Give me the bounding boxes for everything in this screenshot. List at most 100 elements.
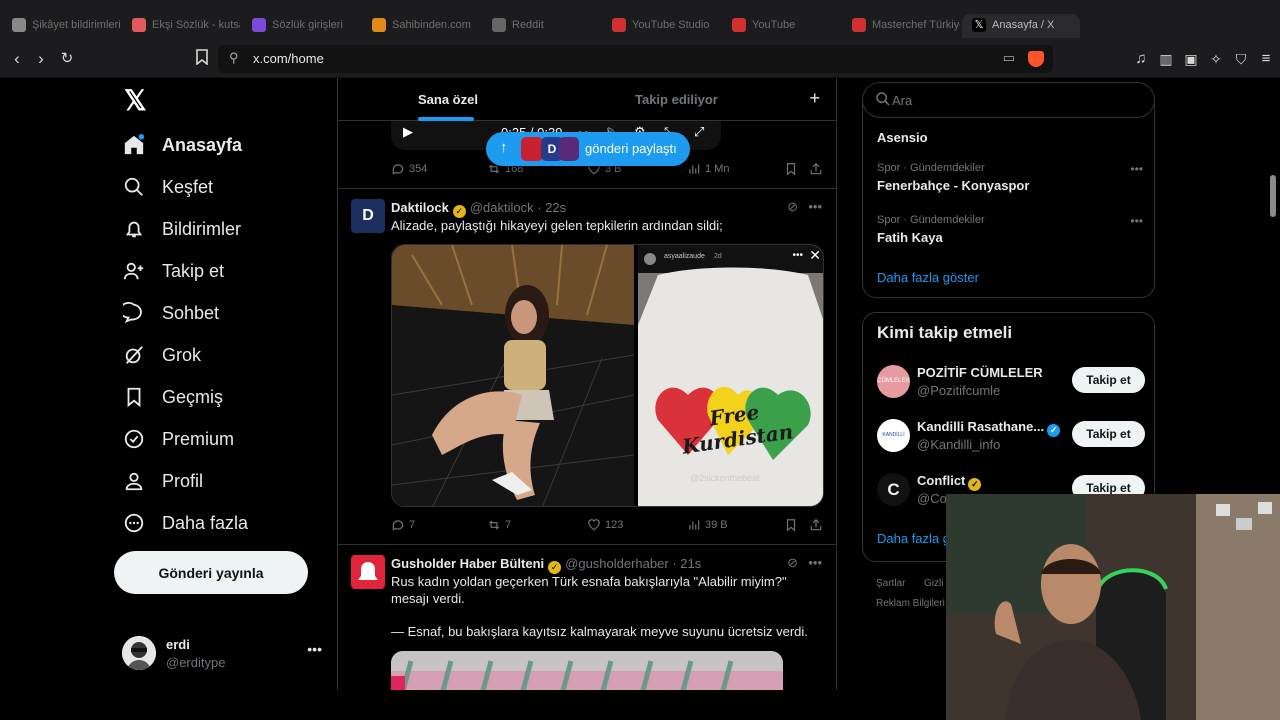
trend-item[interactable]: Spor · Gündemdekiler Fatih Kaya ••• (877, 214, 1143, 245)
footer-link[interactable]: Şartlar (876, 578, 905, 589)
x-logo-icon[interactable]: 𝕏 (124, 84, 147, 117)
suggestion-handle[interactable]: @Pozitifcumle (917, 383, 1000, 398)
leo-ai-icon[interactable]: ✧ (1206, 49, 1226, 69)
browser-tab[interactable]: Masterchef Türkiye (842, 14, 960, 38)
tab-for-you[interactable]: Sana özel (418, 92, 478, 107)
photo[interactable] (392, 245, 634, 506)
fullscreen-icon[interactable]: ⤢ (694, 124, 704, 140)
browser-tab[interactable]: Ekşi Sözlük - kutsal bilgi (122, 14, 240, 38)
post-button[interactable]: Gönderi yayınla (114, 551, 308, 594)
page-scrollbar[interactable] (1270, 175, 1276, 217)
vpn-icon[interactable]: ⛉ (1231, 49, 1251, 69)
browser-tab[interactable]: YouTube Studio (602, 14, 720, 38)
suggestion-item[interactable]: CÜMLELER POZİTİF CÜMLELER @Pozitifcumle … (877, 363, 1145, 403)
story-more-icon[interactable]: ••• (792, 250, 803, 261)
browser-tab[interactable]: YouTube (722, 14, 840, 38)
new-posts-pill[interactable]: ↑ D gönderi paylaştı (486, 132, 690, 166)
suggestion-item[interactable]: KANDİLLİ Kandilli Rasathane... ✓ @Kandill… (877, 417, 1145, 457)
post-media[interactable]: asyaalizaude 2d ••• ✕ Free Kurdistan @2s… (391, 244, 824, 507)
reply-button[interactable]: 7 (391, 518, 415, 532)
play-icon[interactable]: ▶ (403, 124, 413, 140)
account-more-icon[interactable]: ••• (307, 641, 322, 657)
views-button[interactable]: 1 Mn (687, 162, 729, 176)
brave-shields-icon[interactable] (1028, 51, 1044, 67)
grok-icon[interactable]: ⊘ (787, 199, 798, 215)
more-icon[interactable]: ••• (1130, 214, 1143, 228)
suggestion-name[interactable]: Kandilli Rasathane... ✓ (917, 419, 1061, 437)
browser-tab-active[interactable]: 𝕏 Anasayfa / X (962, 14, 1080, 38)
nav-more[interactable]: Daha fazla (122, 508, 248, 538)
menu-icon[interactable]: ≡ (1256, 49, 1276, 69)
account-switcher[interactable]: erdi @erditype ••• (122, 633, 332, 673)
browser-tab[interactable]: Reddit (482, 14, 600, 38)
author-handle[interactable]: @gusholderhaber (565, 556, 669, 571)
avatar[interactable]: C (877, 473, 910, 506)
post-actions: 7 7 123 39 B (391, 518, 824, 538)
sidebar-icon[interactable]: ▥ (1156, 49, 1176, 69)
browser-tab[interactable]: Şikâyet bildirimleri (2, 14, 120, 38)
url-text[interactable]: x.com/home (253, 51, 324, 66)
nav-premium[interactable]: Premium (122, 424, 234, 454)
nav-chat[interactable]: Sohbet (122, 298, 219, 328)
browser-tab[interactable]: Sahibinden.com (362, 14, 480, 38)
close-icon[interactable]: ✕ (809, 247, 821, 264)
site-info-icon[interactable]: ⚲ (229, 50, 239, 66)
more-icon[interactable]: ••• (808, 555, 822, 570)
browser-tab[interactable]: Sözlük girişleri (242, 14, 360, 38)
show-more-suggestions-link[interactable]: Daha fazla g (877, 531, 950, 546)
cast-icon[interactable]: ▭ (1003, 50, 1015, 66)
post-time[interactable]: · 22s (537, 200, 566, 215)
more-icon[interactable]: ••• (808, 199, 822, 214)
grok-icon[interactable]: ⊘ (787, 555, 798, 571)
follow-button[interactable]: Takip et (1072, 367, 1145, 393)
trend-item[interactable]: Spor · Gündemdekiler Fenerbahçe - Konyas… (877, 162, 1143, 193)
nav-follow[interactable]: Takip et (122, 256, 224, 286)
address-bar[interactable]: ⚲ x.com/home ▭ (218, 45, 1053, 73)
wallet-icon[interactable]: ▣ (1181, 49, 1201, 69)
footer-link[interactable]: Reklam Bilgileri (876, 598, 945, 609)
suggestion-name[interactable]: Conflict ✓ (917, 473, 982, 491)
reload-icon[interactable]: ↻ (57, 49, 77, 69)
trend-item[interactable]: Asensio (877, 126, 1137, 145)
suggestion-handle[interactable]: @Co (917, 491, 947, 506)
share-button[interactable] (809, 518, 823, 532)
nav-grok[interactable]: Grok (122, 340, 201, 370)
author-name[interactable]: Gusholder Haber Bülteni (391, 556, 544, 571)
author-name[interactable]: Daktilock (391, 200, 449, 215)
avatar[interactable]: KANDİLLİ (877, 419, 910, 452)
repost-button[interactable]: 7 (487, 518, 511, 532)
footer-link[interactable]: Gizli (924, 578, 943, 589)
story-screenshot[interactable]: asyaalizaude 2d ••• ✕ Free Kurdistan @2s… (638, 245, 823, 506)
show-more-trends-link[interactable]: Daha fazla göster (877, 270, 979, 285)
post-media[interactable] (391, 651, 783, 690)
nav-profile[interactable]: Profil (122, 466, 203, 496)
add-feed-icon[interactable]: + (809, 88, 820, 109)
views-button[interactable]: 39 B (687, 518, 728, 532)
nav-bookmarks[interactable]: Geçmiş (122, 382, 223, 412)
media-icon[interactable]: ♫ (1131, 49, 1151, 69)
forward-icon[interactable]: › (31, 49, 51, 69)
bookmark-button[interactable] (784, 162, 798, 176)
avatar[interactable] (351, 555, 385, 589)
post-time[interactable]: · 21s (672, 556, 701, 571)
suggestion-name[interactable]: POZİTİF CÜMLELER (917, 365, 1043, 380)
search-bar[interactable]: Ara (862, 82, 1155, 118)
author-handle[interactable]: @daktilock (470, 200, 534, 215)
share-button[interactable] (809, 162, 823, 176)
back-icon[interactable]: ‹ (7, 49, 27, 69)
nav-notifications[interactable]: Bildirimler (122, 214, 241, 244)
nav-explore[interactable]: Keşfet (122, 172, 213, 202)
bookmark-page-icon[interactable] (192, 49, 212, 69)
avatar[interactable]: D (351, 199, 385, 233)
views-icon (689, 520, 700, 530)
tab-following[interactable]: Takip ediliyor (635, 92, 718, 107)
suggestion-handle[interactable]: @Kandilli_info (917, 437, 1000, 452)
nav-home[interactable]: Anasayfa (122, 130, 242, 160)
avatar[interactable]: CÜMLELER (877, 365, 910, 398)
follow-button[interactable]: Takip et (1072, 421, 1145, 447)
more-icon[interactable]: ••• (1130, 162, 1143, 176)
like-button[interactable]: 123 (587, 518, 623, 532)
bookmark-button[interactable] (784, 518, 798, 532)
reply-button[interactable]: 354 (391, 162, 427, 176)
search-input[interactable]: Ara (892, 93, 912, 108)
